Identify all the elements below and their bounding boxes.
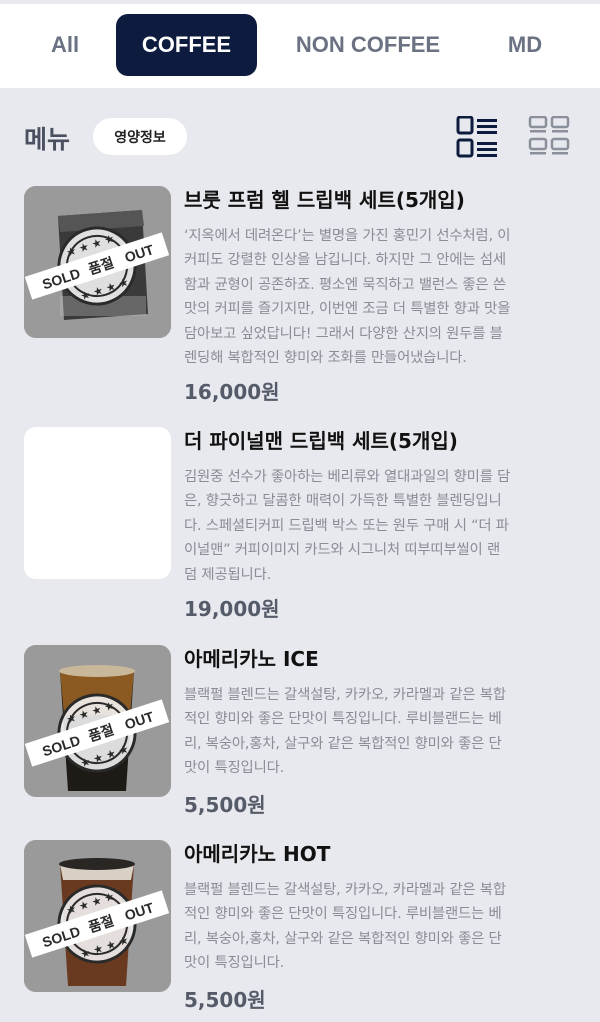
product-image: ★ ★ ★ ★ ★ ★ ★ ★ SOLD 품절 OUT [24,840,171,992]
menu-title: 메뉴 [24,125,71,154]
tab-non-coffee[interactable]: NON COFFEE [275,14,461,76]
item-name: 아메리카노 ICE [184,647,319,671]
item-name: 아메리카노 HOT [184,842,331,866]
list-view-icon[interactable] [456,115,500,160]
tab-md[interactable]: MD [486,14,564,76]
grid-view-icon[interactable] [528,115,572,160]
item-description: 블랙펄 블렌드는 갈색설탕, 카카오, 카라멜과 같은 복합 적인 향미와 좋은… [184,687,506,777]
tab-coffee[interactable]: COFFEE [116,14,257,76]
item-description: 김원중 선수가 좋아하는 베리류와 열대과일의 향미를 담 은, 향긋하고 달콤… [184,469,511,583]
item-price: 5,500원 [184,793,266,817]
item-description: 블랙펄 블렌드는 갈색설탕, 카카오, 카라멜과 같은 복합 적인 향미와 좋은… [184,882,506,972]
item-description: ‘지옥에서 데려온다’는 별명을 가진 홍민기 선수처럼, 이 커피도 강렬한 … [184,228,511,367]
product-image: ★ ★ ★ ★ ★ ★ ★ ★ SOLD 품절 OUT [24,186,171,338]
product-image [24,427,171,579]
nutrition-info-button[interactable]: 영양정보 [93,118,187,155]
product-image: ★ ★ ★ ★ ★ ★ ★ ★ SOLD 품절 OUT [24,645,171,797]
menu-header: 메뉴 영양정보 [24,115,584,160]
item-price: 16,000원 [184,380,280,404]
tab-all[interactable]: All [30,14,100,76]
item-name: 브룻 프럼 헬 드립백 세트(5개입) [184,188,465,212]
item-price: 5,500원 [184,988,266,1012]
item-name: 더 파이널맨 드립백 세트(5개입) [184,429,458,453]
item-price: 19,000원 [184,597,280,621]
category-tabbar: All COFFEE NON COFFEE MD [0,0,600,88]
